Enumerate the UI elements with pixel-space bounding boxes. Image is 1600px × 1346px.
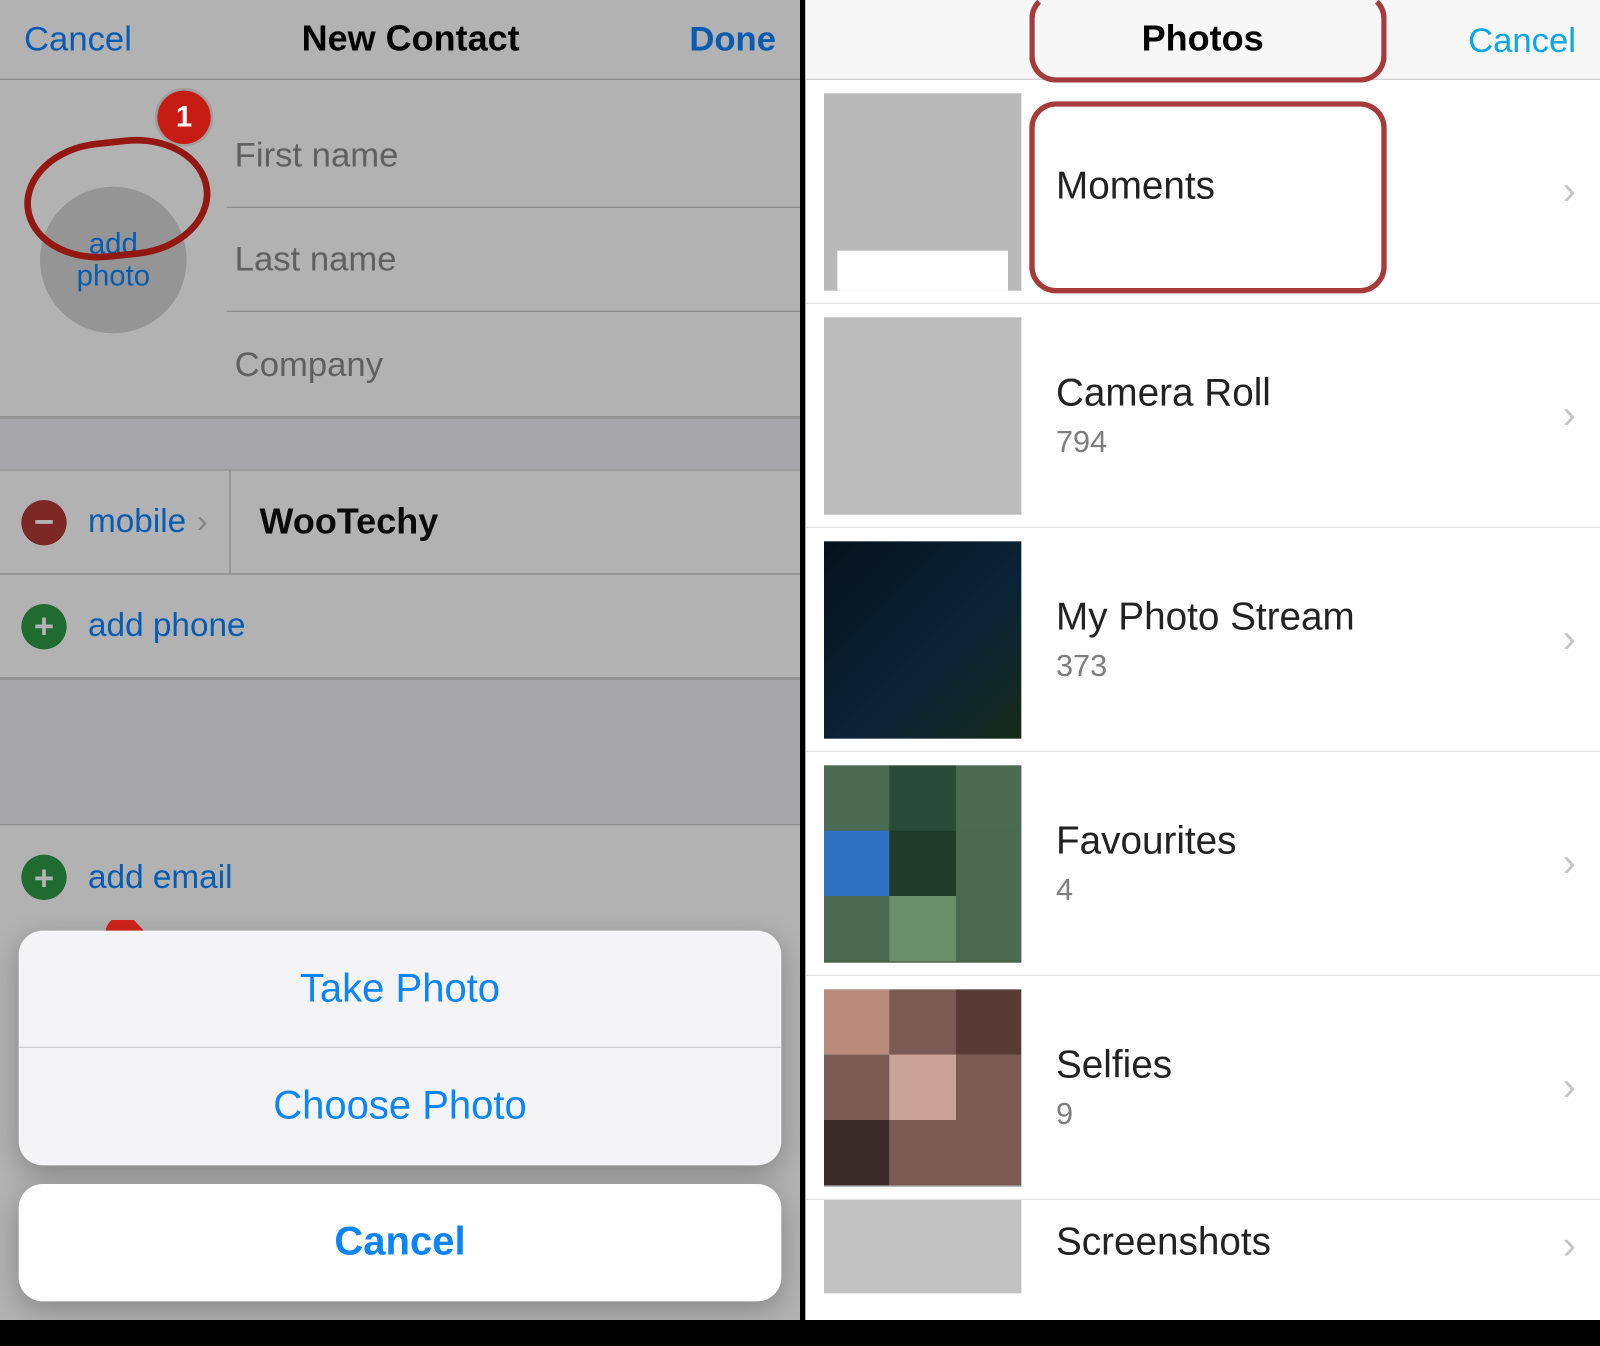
album-name: Camera Roll — [1056, 371, 1563, 415]
album-thumb — [824, 317, 1021, 514]
chevron-right-icon: › — [1563, 393, 1576, 438]
album-count: 794 — [1056, 423, 1563, 459]
photo-action-sheet: Take Photo Choose Photo Cancel — [19, 931, 782, 1302]
album-camera-roll[interactable]: Camera Roll 794 › — [805, 304, 1600, 528]
album-thumb — [824, 765, 1021, 962]
album-thumb — [824, 1200, 1021, 1293]
add-phone-label: add phone — [88, 607, 246, 646]
chevron-right-icon: › — [1563, 617, 1576, 662]
album-name: Selfies — [1056, 1043, 1563, 1087]
album-name: Favourites — [1056, 819, 1563, 863]
chevron-right-icon: › — [1563, 1224, 1576, 1269]
album-name: Screenshots — [1056, 1221, 1563, 1265]
add-photo-label-2: photo — [77, 260, 150, 292]
album-thumb — [824, 541, 1021, 738]
album-count: 373 — [1056, 647, 1563, 683]
phone-type-picker[interactable]: mobile — [88, 503, 186, 542]
add-email-row[interactable]: + add email — [0, 825, 800, 929]
chevron-right-icon: › — [197, 503, 208, 540]
cancel-button[interactable]: Cancel — [1468, 0, 1576, 80]
chevron-right-icon: › — [1563, 1065, 1576, 1110]
section-gap — [0, 679, 800, 826]
annotation-highlight-moments — [1029, 101, 1386, 293]
album-favourites[interactable]: Favourites 4 › — [805, 752, 1600, 976]
phone-row[interactable]: − mobile › WooTechy — [0, 471, 800, 575]
chevron-right-icon: › — [1563, 841, 1576, 886]
section-gap — [0, 417, 800, 470]
first-name-field[interactable]: First name — [227, 104, 800, 208]
album-screenshots[interactable]: Screenshots › — [805, 1200, 1600, 1293]
add-phone-icon[interactable]: + — [21, 603, 66, 648]
sheet-cancel-button[interactable]: Cancel — [19, 1184, 782, 1301]
album-photo-stream[interactable]: My Photo Stream 373 › — [805, 528, 1600, 752]
album-count: 9 — [1056, 1095, 1563, 1131]
album-selfies[interactable]: Selfies 9 › — [805, 976, 1600, 1200]
remove-phone-icon[interactable]: − — [21, 499, 66, 544]
company-field[interactable]: Company — [227, 312, 800, 416]
new-contact-screen: Cancel New Contact Done add photo First … — [0, 0, 800, 1320]
done-button[interactable]: Done — [689, 19, 776, 60]
album-name: My Photo Stream — [1056, 595, 1563, 639]
phone-value[interactable]: WooTechy — [229, 471, 779, 574]
add-email-icon[interactable]: + — [21, 855, 66, 900]
album-count: 4 — [1056, 871, 1563, 907]
cancel-button[interactable]: Cancel — [24, 19, 132, 60]
choose-photo-option[interactable]: Choose Photo — [19, 1048, 782, 1165]
page-title: New Contact — [302, 19, 520, 60]
add-email-label: add email — [88, 858, 233, 897]
add-phone-row[interactable]: + add phone — [0, 575, 800, 679]
annotation-highlight-photos — [1029, 0, 1386, 83]
album-thumb — [824, 93, 1021, 290]
chevron-right-icon: › — [1563, 169, 1576, 214]
annotation-badge-1: 1 — [157, 91, 210, 144]
take-photo-option[interactable]: Take Photo — [19, 931, 782, 1048]
navbar: Cancel New Contact Done — [0, 0, 800, 80]
album-thumb — [824, 989, 1021, 1186]
last-name-field[interactable]: Last name — [227, 208, 800, 312]
